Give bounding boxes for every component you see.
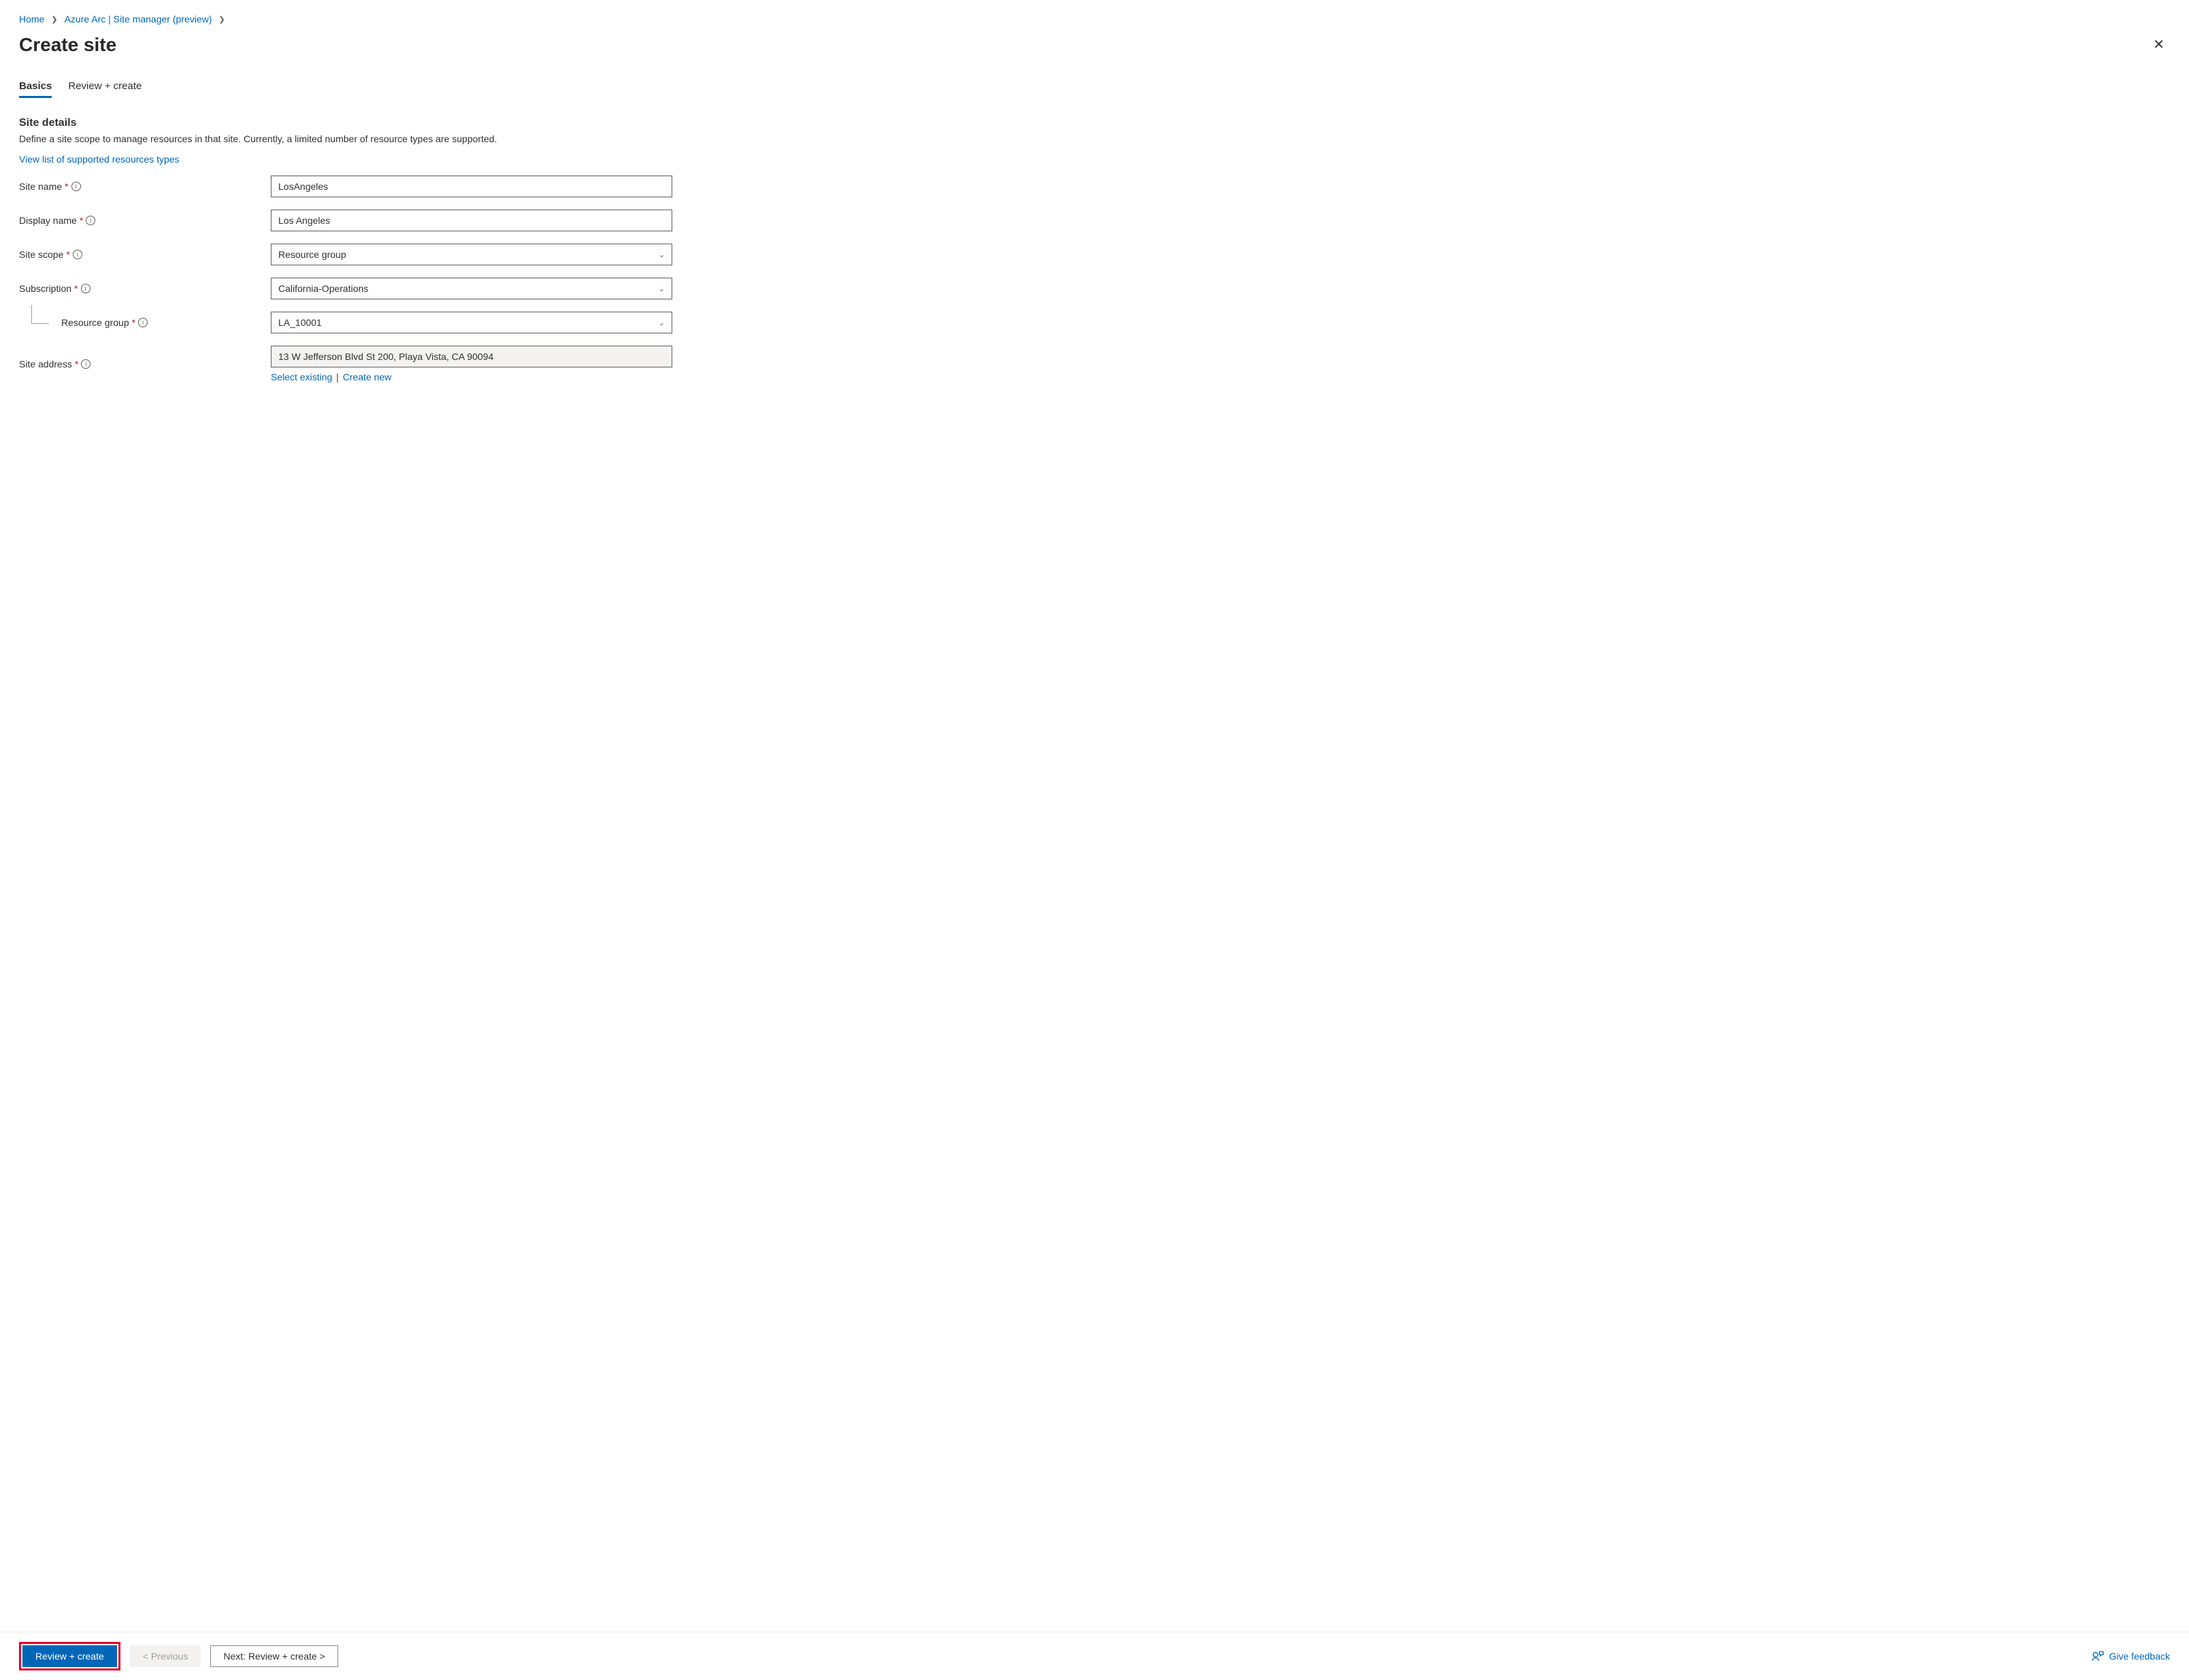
breadcrumb-arc[interactable]: Azure Arc | Site manager (preview) xyxy=(65,14,212,24)
chevron-down-icon: ⌄ xyxy=(659,284,665,293)
tab-review-create[interactable]: Review + create xyxy=(68,80,142,98)
tree-indent-icon xyxy=(31,305,49,324)
previous-button: < Previous xyxy=(130,1645,201,1667)
chevron-right-icon: ❯ xyxy=(218,15,225,24)
info-icon[interactable]: i xyxy=(81,359,90,369)
chevron-right-icon: ❯ xyxy=(51,15,57,24)
next-button[interactable]: Next: Review + create > xyxy=(210,1645,338,1667)
required-indicator: * xyxy=(75,359,78,369)
display-name-label: Display name * i xyxy=(19,215,271,226)
required-indicator: * xyxy=(74,283,78,294)
breadcrumb: Home ❯ Azure Arc | Site manager (preview… xyxy=(19,14,2170,24)
select-existing-link[interactable]: Select existing xyxy=(271,372,332,382)
resource-group-label: Resource group * i xyxy=(19,317,271,328)
footer-bar: Review + create < Previous Next: Review … xyxy=(0,1632,2189,1680)
resource-group-select[interactable]: LA_10001 ⌄ xyxy=(271,312,672,333)
info-icon[interactable]: i xyxy=(138,318,148,327)
close-icon[interactable]: ✕ xyxy=(2147,35,2170,54)
create-new-link[interactable]: Create new xyxy=(343,372,392,382)
give-feedback-link[interactable]: Give feedback xyxy=(2092,1650,2171,1662)
required-indicator: * xyxy=(66,249,69,260)
site-address-label: Site address * i xyxy=(19,359,271,369)
info-icon[interactable]: i xyxy=(81,284,90,293)
required-indicator: * xyxy=(132,317,135,328)
required-indicator: * xyxy=(80,215,83,226)
supported-resources-link[interactable]: View list of supported resources types xyxy=(19,154,180,165)
info-icon[interactable]: i xyxy=(71,182,81,191)
separator: | xyxy=(336,372,339,382)
display-name-input[interactable] xyxy=(271,210,672,231)
breadcrumb-home[interactable]: Home xyxy=(19,14,44,24)
subscription-label: Subscription * i xyxy=(19,283,271,294)
subscription-select[interactable]: California-Operations ⌄ xyxy=(271,278,672,299)
site-address-input[interactable] xyxy=(271,346,672,367)
section-description: Define a site scope to manage resources … xyxy=(19,133,2170,144)
feedback-icon xyxy=(2092,1650,2104,1662)
review-create-button[interactable]: Review + create xyxy=(22,1645,117,1667)
required-indicator: * xyxy=(65,181,68,192)
site-scope-label: Site scope * i xyxy=(19,249,271,260)
chevron-down-icon: ⌄ xyxy=(659,250,665,259)
site-name-label: Site name * i xyxy=(19,181,271,192)
section-title: Site details xyxy=(19,117,2170,129)
page-title: Create site xyxy=(19,34,116,56)
highlight-box: Review + create xyxy=(19,1642,120,1670)
info-icon[interactable]: i xyxy=(73,250,82,259)
tabs: Basics Review + create xyxy=(19,80,2170,98)
chevron-down-icon: ⌄ xyxy=(659,318,665,327)
tab-basics[interactable]: Basics xyxy=(19,80,52,98)
site-scope-select[interactable]: Resource group ⌄ xyxy=(271,244,672,265)
site-name-input[interactable] xyxy=(271,176,672,197)
info-icon[interactable]: i xyxy=(86,216,95,225)
